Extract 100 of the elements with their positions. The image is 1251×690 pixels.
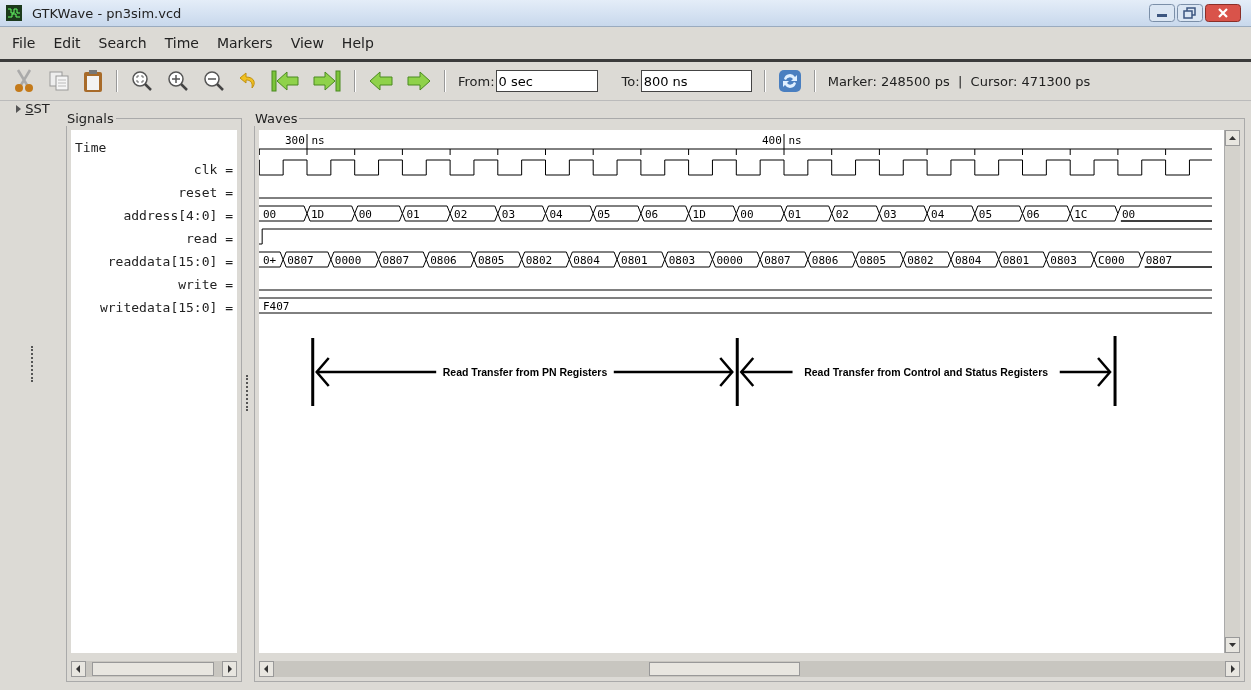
bus-segment xyxy=(401,205,451,222)
horizontal-scrollbar[interactable] xyxy=(259,661,1240,677)
pane-grip[interactable] xyxy=(31,346,35,382)
bus-value: 06 xyxy=(1026,208,1040,221)
bus-value: 01 xyxy=(788,208,802,221)
bus-segment xyxy=(306,205,356,222)
bus-segment xyxy=(473,251,523,268)
reload-icon[interactable] xyxy=(777,69,802,93)
bus-segment xyxy=(640,205,690,222)
signal-name[interactable]: address[4:0] = xyxy=(75,208,233,231)
from-field[interactable]: 0 sec xyxy=(495,70,598,92)
menu-item[interactable]: File xyxy=(12,33,36,53)
bus-segment xyxy=(497,205,546,222)
bus-value: 0807 xyxy=(382,254,410,267)
close-button[interactable] xyxy=(1205,4,1241,22)
signal-name[interactable]: writedata[15:0] = xyxy=(75,300,233,323)
scroll-up-icon[interactable] xyxy=(1225,130,1240,146)
bus-value: 05 xyxy=(978,208,993,221)
zoom-out-icon[interactable] xyxy=(202,69,226,93)
boundary-line xyxy=(311,338,315,406)
bus-segment xyxy=(998,251,1047,268)
signal-name[interactable]: readdata[15:0] = xyxy=(75,254,233,277)
bus-segment xyxy=(902,251,952,268)
bus-value: 00 xyxy=(1121,208,1136,221)
bus-value: 05 xyxy=(597,208,611,221)
pane-grip[interactable] xyxy=(246,375,250,411)
bus-segment xyxy=(926,205,976,222)
bus-segment xyxy=(592,205,642,222)
signal-name[interactable]: reset = xyxy=(75,185,233,208)
menu-item[interactable]: Markers xyxy=(216,33,273,53)
bus-value: 04 xyxy=(549,208,563,221)
bus-value: 00 xyxy=(263,208,277,221)
bus-value: 0801 xyxy=(621,254,648,267)
scroll-left-icon[interactable] xyxy=(71,661,86,677)
bus-value: 0802 xyxy=(525,254,553,267)
bus-value: 0804 xyxy=(573,254,600,267)
bus-value: 01 xyxy=(406,208,420,221)
bus-segment xyxy=(354,205,403,222)
to-label: To: xyxy=(621,73,640,89)
bus-value: 03 xyxy=(883,208,897,221)
bus-value: 06 xyxy=(644,208,659,221)
jump-to-start-icon[interactable] xyxy=(270,69,300,93)
bus-segment xyxy=(711,251,761,268)
maximize-button[interactable] xyxy=(1177,4,1203,22)
menu-item[interactable]: Time xyxy=(164,33,199,53)
bus-value: 00 xyxy=(740,208,754,221)
bus-segment xyxy=(831,205,880,222)
to-field[interactable]: 800 ns xyxy=(640,70,752,92)
bus-segment xyxy=(259,205,308,222)
zoom-in-icon[interactable] xyxy=(166,69,190,93)
signal-name[interactable]: write = xyxy=(75,277,233,300)
bus-segment xyxy=(425,251,475,268)
time-label: 400 ns xyxy=(762,134,802,147)
bus-value: 0807 xyxy=(287,254,314,267)
bus-value: 0801 xyxy=(1002,254,1030,267)
boundary-line xyxy=(1113,336,1117,406)
bus-value: 1D xyxy=(311,208,325,221)
bus-value: 0803 xyxy=(668,254,696,267)
bus-segment xyxy=(330,251,380,268)
sst-expander[interactable]: SST xyxy=(16,101,50,116)
bus-value: 0804 xyxy=(954,254,982,267)
bus-value: 0000 xyxy=(334,254,362,267)
menu-item[interactable]: Help xyxy=(341,33,374,53)
bus-value: C000 xyxy=(1098,254,1125,267)
bus-segment xyxy=(855,251,904,268)
vertical-scrollbar[interactable] xyxy=(1224,130,1240,653)
bus-segment xyxy=(664,251,713,268)
annotation-text: Read Transfer from Control and Status Registers xyxy=(804,366,1049,378)
scroll-left-icon[interactable] xyxy=(259,661,274,677)
annotation-text: Read Transfer from PN Registers xyxy=(442,366,608,378)
signal-name[interactable]: clk = xyxy=(75,162,233,185)
bus-segment xyxy=(783,205,833,222)
marker-cursor-status: Marker: 248500 ps | Cursor: 471300 ps xyxy=(827,73,1091,89)
scroll-right-icon[interactable] xyxy=(222,661,237,677)
bus-segment xyxy=(759,251,809,268)
bus-value: 0807 xyxy=(764,254,791,267)
scroll-down-icon[interactable] xyxy=(1225,637,1240,653)
horizontal-scrollbar[interactable] xyxy=(71,661,237,677)
bus-value: 1D xyxy=(692,208,706,221)
paste-icon[interactable] xyxy=(82,69,104,93)
waves-title: Waves xyxy=(254,111,299,126)
scroll-right-icon[interactable] xyxy=(1225,661,1240,677)
menu-item[interactable]: Search xyxy=(98,33,147,53)
menu-item[interactable]: View xyxy=(290,33,324,53)
signal-name[interactable]: read = xyxy=(75,231,233,254)
bus-segment xyxy=(807,251,857,268)
bus-segment xyxy=(1045,251,1095,268)
minimize-button[interactable] xyxy=(1149,4,1175,22)
bus-value: 1C xyxy=(1074,208,1088,221)
bus-segment xyxy=(1093,251,1143,268)
bus-segment xyxy=(1141,251,1212,268)
signals-title: Signals xyxy=(66,111,115,126)
bus-value: 0806 xyxy=(430,254,457,267)
app-icon xyxy=(6,5,22,21)
menu-item[interactable]: Edit xyxy=(53,33,81,53)
bus-value: 0000 xyxy=(716,254,743,267)
bus-segment xyxy=(521,251,570,268)
bus-segment xyxy=(735,205,785,222)
zoom-fit-icon[interactable] xyxy=(130,69,154,93)
bus-value: 0806 xyxy=(811,254,839,267)
